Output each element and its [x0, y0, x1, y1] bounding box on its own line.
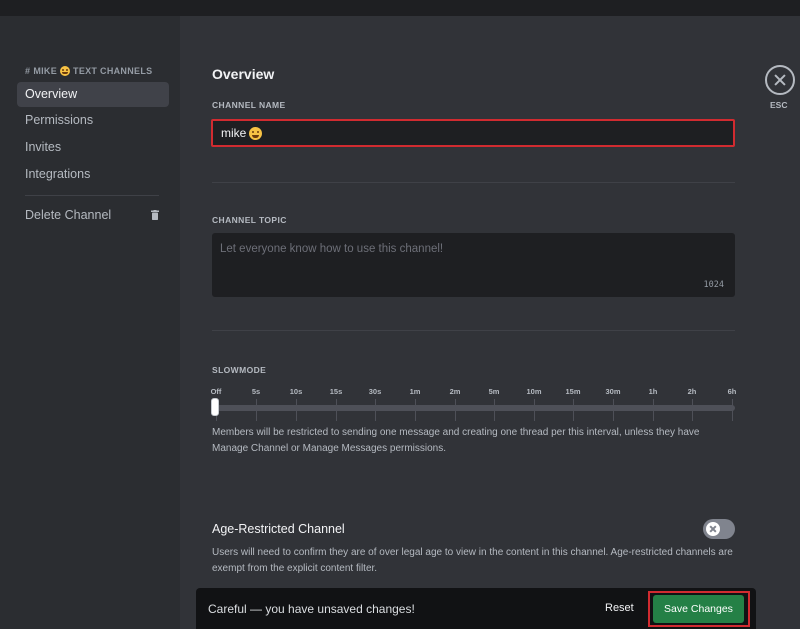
- channel-topic-textarea[interactable]: Let everyone know how to use this channe…: [212, 233, 735, 297]
- slowmode-tick: 5m: [488, 387, 500, 396]
- slowmode-tick: 15m: [565, 387, 581, 396]
- slowmode-tick: 5s: [251, 387, 261, 396]
- slowmode-tick: 10m: [526, 387, 542, 396]
- settings-content: Overview CHANNEL NAME mike CHANNEL TOPIC…: [180, 16, 800, 629]
- age-restricted-toggle[interactable]: [703, 519, 735, 539]
- slowmode-slider-handle[interactable]: [211, 398, 219, 416]
- channel-name-label: CHANNEL NAME: [212, 100, 286, 110]
- slowmode-tick: 2h: [687, 387, 697, 396]
- channel-name-input[interactable]: mike: [211, 119, 735, 147]
- slowmode-tick: 30s: [368, 387, 382, 396]
- sidebar-divider: [25, 195, 159, 196]
- unsaved-changes-message: Careful — you have unsaved changes!: [208, 602, 415, 616]
- topic-character-counter: 1024: [703, 280, 724, 290]
- unsaved-changes-bar: Careful — you have unsaved changes! Rese…: [196, 588, 756, 629]
- slowmode-tick: 6h: [727, 387, 737, 396]
- section-divider: [212, 182, 735, 183]
- page-title: Overview: [212, 66, 275, 82]
- channel-topic-placeholder: Let everyone know how to use this channe…: [220, 243, 444, 255]
- slowmode-tick: 2m: [449, 387, 461, 396]
- reset-button[interactable]: Reset: [605, 602, 634, 614]
- sidebar-item-overview[interactable]: Overview: [17, 82, 169, 107]
- slowmode-tick: 1h: [648, 387, 658, 396]
- slowmode-slider-track[interactable]: [212, 405, 735, 411]
- age-restricted-title: Age-Restricted Channel: [212, 522, 345, 536]
- section-divider: [212, 330, 735, 331]
- slowmode-tick: 1m: [409, 387, 421, 396]
- channel-topic-label: CHANNEL TOPIC: [212, 215, 287, 225]
- sidebar-header: # MIKE TEXT CHANNELS: [25, 66, 152, 76]
- toggle-off-icon: [706, 522, 720, 536]
- esc-label: ESC: [770, 100, 788, 110]
- grinning-emoji-icon: [249, 126, 263, 140]
- slowmode-description: Members will be restricted to sending on…: [212, 427, 700, 454]
- sidebar-header-channel: MIKE: [33, 66, 58, 76]
- trash-icon: [151, 210, 159, 220]
- channel-hash-icon: #: [25, 66, 31, 76]
- close-icon[interactable]: [765, 65, 795, 95]
- delete-channel-label: Delete Channel: [25, 208, 112, 222]
- slowmode-tick-labels: Off 5s 10s 15s 30s 1m 2m 5m 10m 15m 30m …: [210, 387, 737, 399]
- grinning-emoji-icon: [60, 66, 71, 76]
- slowmode-label: SLOWMODE: [212, 365, 267, 375]
- slowmode-tick: 30m: [605, 387, 621, 396]
- delete-channel-button[interactable]: Delete Channel: [17, 203, 169, 228]
- slowmode-tick: 15s: [329, 387, 343, 396]
- sidebar-item-integrations[interactable]: Integrations: [17, 162, 169, 187]
- sidebar-header-suffix: TEXT CHANNELS: [73, 66, 153, 76]
- sidebar-item-permissions[interactable]: Permissions: [17, 108, 169, 133]
- slowmode-tick: Off: [210, 387, 222, 396]
- sidebar-item-invites[interactable]: Invites: [17, 135, 169, 160]
- save-changes-button[interactable]: Save Changes: [653, 595, 744, 623]
- top-bar: [0, 0, 800, 16]
- settings-sidebar: # MIKE TEXT CHANNELS Overview Permission…: [0, 16, 180, 629]
- slowmode-tick: 10s: [289, 387, 303, 396]
- channel-name-value: mike: [221, 126, 247, 140]
- age-restricted-description: Users will need to confirm they are of o…: [212, 547, 733, 574]
